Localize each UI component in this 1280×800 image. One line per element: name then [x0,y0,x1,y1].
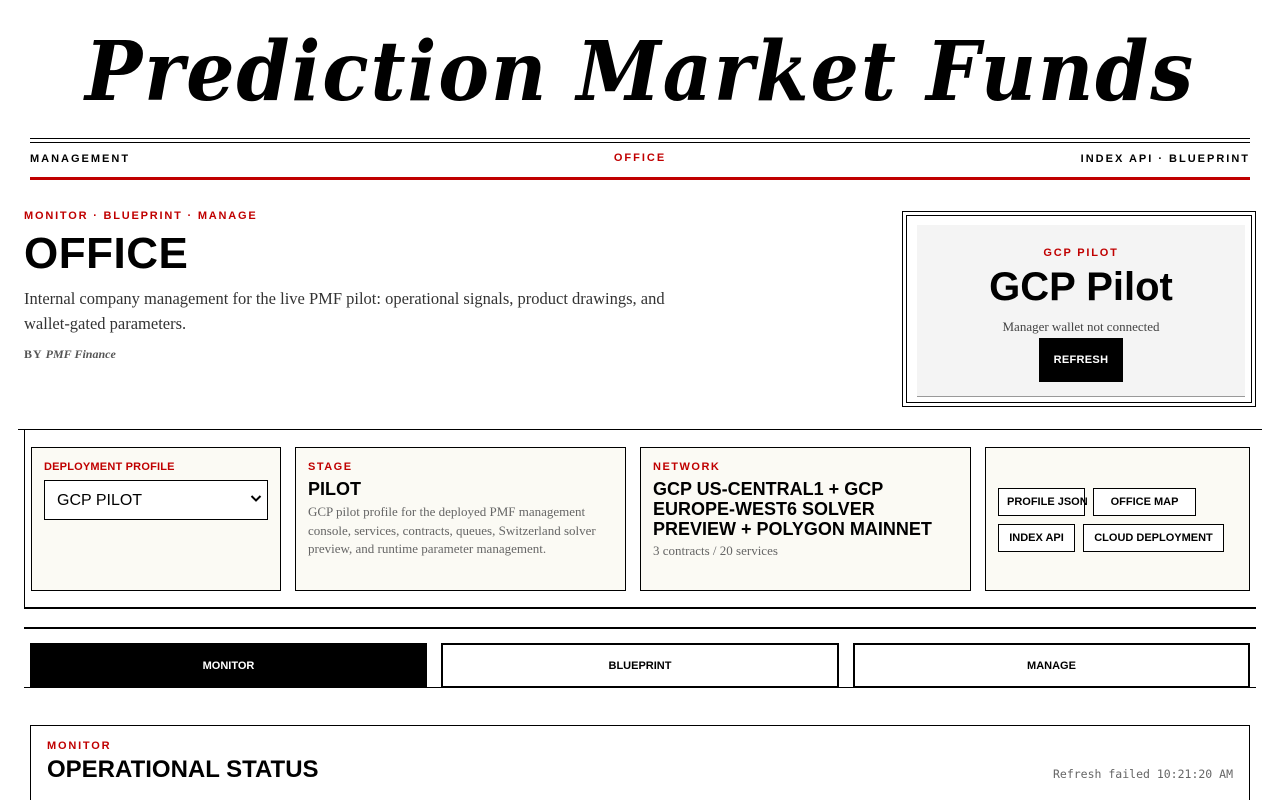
stage-card: STAGE PILOT GCP pilot profile for the de… [295,447,626,591]
page-description: Internal company management for the live… [24,289,665,333]
links-card: PROFILE JSON OFFICE MAP INDEX API CLOUD … [985,447,1250,591]
nav-link-index-api-blueprint[interactable]: INDEX API · BLUEPRINT [1081,153,1250,165]
status-kicker: MONITOR [47,740,112,752]
profile-json-button[interactable]: PROFILE JSON [998,488,1088,516]
byline: BY PMF Finance [24,347,116,362]
tab-monitor[interactable]: MONITOR [30,643,427,688]
pilot-kicker: GCP PILOT [1043,247,1119,259]
pilot-panel: GCP PILOT GCP Pilot Manager wallet not c… [917,225,1245,397]
network-card: NETWORK GCP US-CENTRAL1 + GCP EUROPE-WES… [640,447,971,591]
stage-note: GCP pilot profile for the deployed PMF m… [308,504,596,556]
wallet-status: Manager wallet not connected [1002,319,1160,334]
byline-author: PMF Finance [45,347,116,361]
index-api-button[interactable]: INDEX API [998,524,1075,552]
top-nav: MANAGEMENT OFFICE INDEX API · BLUEPRINT [30,146,1250,174]
operational-status-panel: MONITOR OPERATIONAL STATUS Refresh faile… [30,725,1250,800]
deployment-profile-label: DEPLOYMENT PROFILE [44,461,175,473]
nav-link-office[interactable]: OFFICE [614,152,666,164]
status-title: OPERATIONAL STATUS [47,756,319,783]
masthead-rule-bottom [30,142,1250,143]
byline-prefix: BY [24,347,43,361]
hero-kicker: MONITOR · BLUEPRINT · MANAGE [24,210,258,222]
tab-blueprint[interactable]: BLUEPRINT [441,643,839,688]
network-label: NETWORK [653,461,721,473]
cloud-deployment-button[interactable]: CLOUD DEPLOYMENT [1083,524,1224,552]
masthead-rule-top [30,138,1250,139]
pilot-title: GCP Pilot [989,265,1173,309]
masthead: Prediction Market Funds [0,8,1280,128]
masthead-title: Prediction Market Funds [83,24,1195,120]
pilot-card-frame: GCP PILOT GCP Pilot Manager wallet not c… [906,215,1252,403]
stage-value: PILOT [308,479,361,499]
pilot-card: GCP PILOT GCP Pilot Manager wallet not c… [902,211,1256,407]
network-summary: 3 contracts / 20 services [653,543,778,558]
refresh-button[interactable]: REFRESH [1039,338,1123,382]
tabs-rule-top [24,627,1256,629]
deployment-profile-select[interactable]: GCP PILOT [44,480,268,520]
network-value: GCP US-CENTRAL1 + GCP EUROPE-WEST6 SOLVE… [653,479,932,539]
nav-link-management[interactable]: MANAGEMENT [30,153,130,165]
nav-accent-rule [30,177,1250,180]
office-map-button[interactable]: OFFICE MAP [1093,488,1196,516]
masthead-logo: Prediction Market Funds [83,24,1195,120]
page-title: OFFICE [24,229,189,278]
deployment-profile-card: DEPLOYMENT PROFILE GCP PILOT [31,447,281,591]
tabs-rule-bottom [24,687,1256,688]
tab-manage[interactable]: MANAGE [853,643,1250,688]
stage-label: STAGE [308,461,353,473]
refresh-status-text: Refresh failed 10:21:20 AM [1052,767,1233,781]
